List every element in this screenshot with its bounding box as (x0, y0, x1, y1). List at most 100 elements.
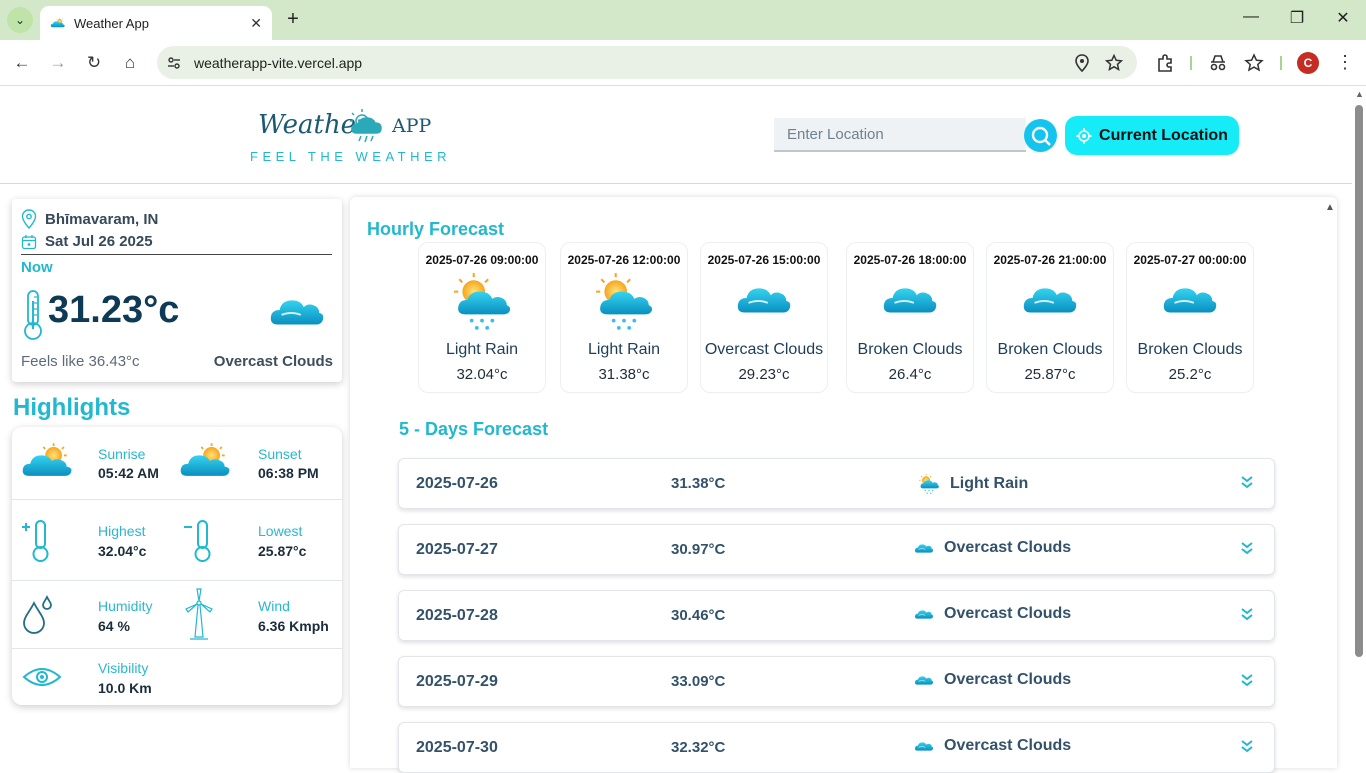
reload-button[interactable]: ↻ (83, 52, 105, 74)
tab-close-icon[interactable]: ✕ (250, 15, 262, 32)
hourly-card: 2025-07-26 15:00:00 Overcast Clouds 29.23°… (700, 242, 828, 393)
chevron-double-down-icon[interactable] (1240, 541, 1254, 555)
hourly-time: 2025-07-26 15:00:00 (707, 253, 821, 267)
rain-icon (918, 473, 940, 495)
daily-temperature: 33.09°C (671, 673, 726, 690)
hourly-time: 2025-07-26 12:00:00 (567, 253, 681, 267)
current-location-button[interactable]: Current Location (1065, 116, 1239, 155)
profile-avatar[interactable]: C (1297, 52, 1319, 74)
url-text: weatherapp-vite.vercel.app (194, 54, 363, 71)
forecast-panel[interactable]: Hourly Forecast 2025-07-26 09:00:00 Light… (350, 197, 1337, 773)
browser-tab-weather-app[interactable]: Weather App ✕ (40, 6, 272, 40)
cloud-icon (1021, 281, 1079, 317)
location-name: Bhīmavaram, IN (45, 210, 159, 228)
cloud-icon (735, 281, 793, 317)
daily-condition-label: Overcast Clouds (944, 737, 1072, 754)
highest-label: Highest (98, 523, 146, 539)
browser-menu-icon[interactable]: ⋮ (1336, 52, 1354, 73)
page-scrollbar[interactable]: ▲ (1352, 87, 1366, 768)
new-tab-button[interactable]: + (282, 8, 304, 30)
app-header: Weather APP FEEL THE WEATHER Current Loc… (0, 87, 1352, 184)
daily-forecast-row[interactable]: 2025-07-28 30.46°C Overcast Clouds (398, 590, 1275, 641)
hourly-time: 2025-07-26 18:00:00 (853, 253, 967, 267)
hourly-time: 2025-07-26 09:00:00 (425, 253, 539, 267)
thermometer-icon (24, 290, 42, 340)
divider (12, 580, 342, 581)
visibility-label: Visibility (98, 660, 149, 676)
feels-like: Feels like 36.43°c (21, 353, 140, 370)
hourly-description: Broken Clouds (1137, 341, 1243, 358)
search-icon (1031, 126, 1051, 146)
logo-tagline: FEEL THE WEATHER (250, 149, 452, 164)
minimize-button[interactable]: — (1236, 8, 1266, 26)
daily-date: 2025-07-26 (416, 475, 498, 492)
weather-favicon-icon (50, 15, 66, 31)
maximize-button[interactable]: ❐ (1282, 8, 1312, 28)
daily-condition: Overcast Clouds (914, 671, 1071, 689)
search-button[interactable] (1024, 119, 1057, 152)
hourly-description: Light Rain (445, 341, 519, 358)
daily-condition-label: Overcast Clouds (944, 539, 1072, 556)
scrollbar-thumb[interactable] (1355, 105, 1363, 657)
hourly-description: Overcast Clouds (704, 341, 824, 358)
forward-button[interactable]: → (47, 52, 69, 74)
chevron-double-down-icon[interactable] (1240, 673, 1254, 687)
hourly-temperature: 32.04°c (456, 366, 508, 383)
bookmark-star-icon[interactable] (1105, 53, 1123, 72)
hourly-temperature: 31.38°c (598, 366, 650, 383)
hourly-description: Broken Clouds (997, 341, 1103, 358)
daily-forecast-row[interactable]: 2025-07-30 32.32°C Overcast Clouds (398, 722, 1275, 773)
logo-cloud-icon (350, 109, 382, 143)
toolbar-divider (1280, 56, 1282, 70)
overcast-cloud-icon (268, 293, 326, 329)
address-bar[interactable]: weatherapp-vite.vercel.app (157, 46, 1137, 79)
current-temperature: 31.23°c (48, 289, 180, 331)
daily-condition: Overcast Clouds (914, 539, 1071, 557)
hourly-description: Broken Clouds (857, 341, 963, 358)
cloud-icon (914, 674, 934, 686)
hourly-time: 2025-07-26 21:00:00 (993, 253, 1107, 267)
close-window-button[interactable]: ✕ (1328, 8, 1358, 28)
back-button[interactable]: ← (11, 52, 33, 74)
visibility-eye-icon (22, 668, 62, 686)
wind-label: Wind (258, 598, 290, 614)
extensions-icon[interactable] (1155, 53, 1175, 73)
scroll-up-icon[interactable]: ▲ (1355, 89, 1364, 99)
daily-date: 2025-07-28 (416, 607, 498, 624)
hourly-card: 2025-07-26 09:00:00 Light Rain 32.04°c (418, 242, 546, 393)
tab-search-button[interactable]: ⌄ (7, 7, 33, 33)
daily-temperature: 30.97°C (671, 541, 726, 558)
tab-title: Weather App (74, 15, 149, 31)
divider (21, 254, 332, 255)
daily-forecast-row[interactable]: 2025-07-27 30.97°C Overcast Clouds (398, 524, 1275, 575)
visibility-value: 10.0 Km (98, 680, 152, 696)
incognito-icon[interactable] (1208, 53, 1228, 73)
cloud-icon (881, 281, 939, 317)
hourly-description: Light Rain (587, 341, 661, 358)
hourly-temperature: 25.2°c (1168, 366, 1212, 383)
current-location-label: Current Location (1099, 126, 1228, 144)
daily-forecast-row[interactable]: 2025-07-26 31.38°C Light Rain (398, 458, 1275, 509)
lowest-label: Lowest (258, 523, 303, 539)
daily-forecast-row[interactable]: 2025-07-29 33.09°C Overcast Clouds (398, 656, 1275, 707)
daily-date: 2025-07-29 (416, 673, 498, 690)
wind-turbine-icon (185, 588, 213, 640)
location-pin-icon[interactable] (1073, 53, 1091, 72)
panel-scroll-up-icon[interactable]: ▲ (1325, 202, 1335, 213)
crosshair-icon (1076, 127, 1093, 144)
humidity-label: Humidity (98, 598, 153, 614)
chevron-double-down-icon[interactable] (1240, 475, 1254, 489)
low-temperature-icon (184, 520, 211, 562)
highest-value: 32.04°c (98, 543, 147, 559)
browser-toolbar: ← → ↻ ⌂ weatherapp-vite.vercel.app (0, 40, 1366, 86)
hourly-card: 2025-07-27 00:00:00 Broken Clouds 25.2°c (1126, 242, 1254, 393)
favorites-icon[interactable] (1244, 53, 1264, 73)
daily-temperature: 31.38°C (671, 475, 726, 492)
chevron-double-down-icon[interactable] (1240, 739, 1254, 753)
toolbar-divider (1190, 56, 1192, 70)
location-search-input[interactable] (774, 118, 1026, 152)
chevron-double-down-icon[interactable] (1240, 607, 1254, 621)
home-button[interactable]: ⌂ (119, 52, 141, 74)
site-info-icon[interactable] (166, 55, 182, 71)
highlights-title: Highlights (13, 394, 131, 421)
